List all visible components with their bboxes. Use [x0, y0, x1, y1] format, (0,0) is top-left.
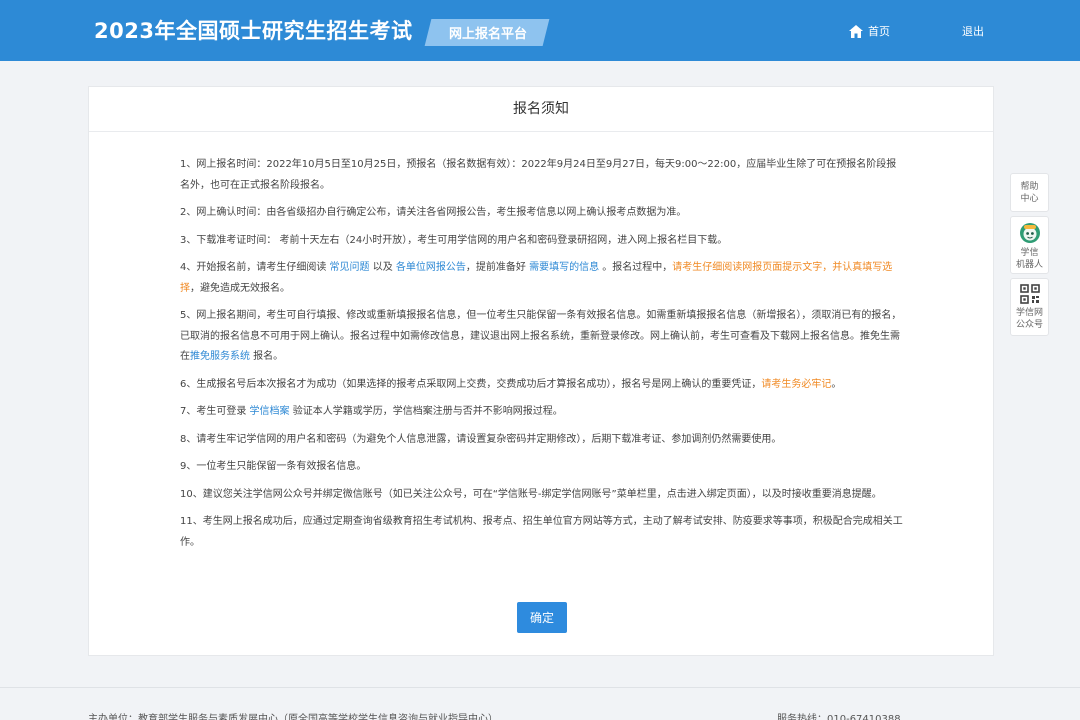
side-panel: 帮助 中心 学信 机器人 学信网 公众号	[1010, 173, 1049, 340]
notice-text: 7、考生可登录	[180, 406, 250, 417]
notice-text: 。报名过程中，	[599, 262, 673, 273]
xuexin-robot-button[interactable]: 学信 机器人	[1010, 216, 1049, 274]
wechat-label-line1: 学信网	[1015, 308, 1043, 318]
logout-link[interactable]: 退出	[962, 23, 984, 39]
notice-text: 以及	[369, 262, 396, 273]
notice-card: 报名须知 1、网上报名时间：2022年10月5日至10月25日，预报名（报名数据…	[88, 86, 994, 656]
footer-sponsor: 主办单位：教育部学生服务与素质发展中心（原全国高等学校学生信息咨询与就业指导中心…	[88, 714, 498, 720]
notice-text: 4、开始报名前，请考生仔细阅读	[180, 262, 330, 273]
notice-text: ，提前准备好	[465, 262, 530, 273]
notice-text: 6、生成报名号后本次报名才为成功（如果选择的报考点采取网上交费，交费成功后才算报…	[180, 378, 762, 390]
notice-title: 报名须知	[89, 87, 993, 132]
notice-text: 验证本人学籍或学历，学信档案注册与否并不影响网报过程。	[289, 406, 563, 417]
page-footer: 主办单位：教育部学生服务与素质发展中心（原全国高等学校学生信息咨询与就业指导中心…	[0, 687, 1080, 720]
notice-item-6: 6、生成报名号后本次报名才为成功（如果选择的报考点采取网上交费，交费成功后才算报…	[180, 375, 904, 396]
unit-announcement-link[interactable]: 各单位网报公告	[396, 262, 466, 273]
exemption-system-link[interactable]: 推免服务系统	[190, 351, 250, 362]
notice-text: ，避免造成无效报名。	[190, 282, 290, 294]
help-label-line1: 帮助	[1020, 182, 1039, 192]
notice-text: 报名。	[250, 351, 284, 362]
notice-item-5: 5、网上报名期间，考生可自行填报、修改或重新填报报名信息，但一位考生只能保留一条…	[180, 306, 904, 368]
notice-item-7: 7、考生可登录 学信档案 验证本人学籍或学历，学信档案注册与否并不影响网报过程。	[180, 402, 904, 423]
notice-item-3: 3、下载准考证时间： 考前十天左右（24小时开放），考生可用学信网的用户名和密码…	[180, 234, 728, 246]
xuexin-archive-link[interactable]: 学信档案	[250, 406, 290, 417]
nav-home-label: 首页	[868, 25, 890, 38]
robot-label-line2: 机器人	[1015, 260, 1043, 270]
site-title: 2023年全国硕士研究生招生考试	[94, 19, 413, 43]
warning-text: 请考生务必牢记	[761, 378, 832, 390]
xuexin-wechat-button[interactable]: 学信网 公众号	[1010, 278, 1049, 336]
notice-item-11: 11、考生网上报名成功后，应通过定期查询省级教育招生考试机构、报考点、招生单位官…	[180, 516, 903, 548]
nav-home-link[interactable]: 首页	[849, 23, 890, 39]
platform-label: 网上报名平台	[448, 27, 527, 42]
confirm-button[interactable]: 确定	[517, 602, 567, 633]
nav-username[interactable]	[906, 23, 948, 37]
notice-item-4: 4、开始报名前，请考生仔细阅读 常见问题 以及 各单位网报公告，提前准备好 需要…	[180, 258, 904, 299]
notice-list: 1、网上报名时间：2022年10月5日至10月25日，预报名（报名数据有效）：2…	[180, 155, 904, 560]
robot-icon	[1019, 223, 1040, 243]
notice-item-8: 8、请考生牢记学信网的用户名和密码（为避免个人信息泄露，请设置复杂密码并定期修改…	[180, 433, 782, 445]
help-center-button[interactable]: 帮助 中心	[1010, 173, 1049, 212]
top-header: 2023年全国硕士研究生招生考试 网上报名平台 首页 退出	[0, 0, 1080, 61]
notice-item-10: 10、建议您关注学信网公众号并绑定微信账号（如已关注公众号，可在“学信账号-绑定…	[180, 488, 882, 500]
notice-text: 5、网上报名期间，考生可自行填报、修改或重新填报报名信息，但一位考生只能保留一条…	[180, 310, 902, 362]
wechat-label-line2: 公众号	[1015, 320, 1043, 330]
robot-label-line1: 学信	[1020, 248, 1039, 258]
notice-item-1: 1、网上报名时间：2022年10月5日至10月25日，预报名（报名数据有效）：2…	[180, 159, 897, 191]
required-info-link[interactable]: 需要填写的信息	[529, 262, 599, 273]
help-label-line2: 中心	[1020, 194, 1039, 204]
notice-item-2: 2、网上确认时间：由各省级招办自行确定公布，请关注各省网报公告，考生报考信息以网…	[180, 207, 687, 218]
qr-code-icon	[1019, 284, 1040, 304]
home-icon	[849, 24, 863, 38]
faq-link[interactable]: 常见问题	[330, 262, 370, 273]
notice-item-9: 9、一位考生只能保留一条有效报名信息。	[180, 461, 367, 472]
footer-hotline: 服务热线：010-67410388	[777, 714, 901, 720]
notice-text: 。	[831, 378, 842, 390]
